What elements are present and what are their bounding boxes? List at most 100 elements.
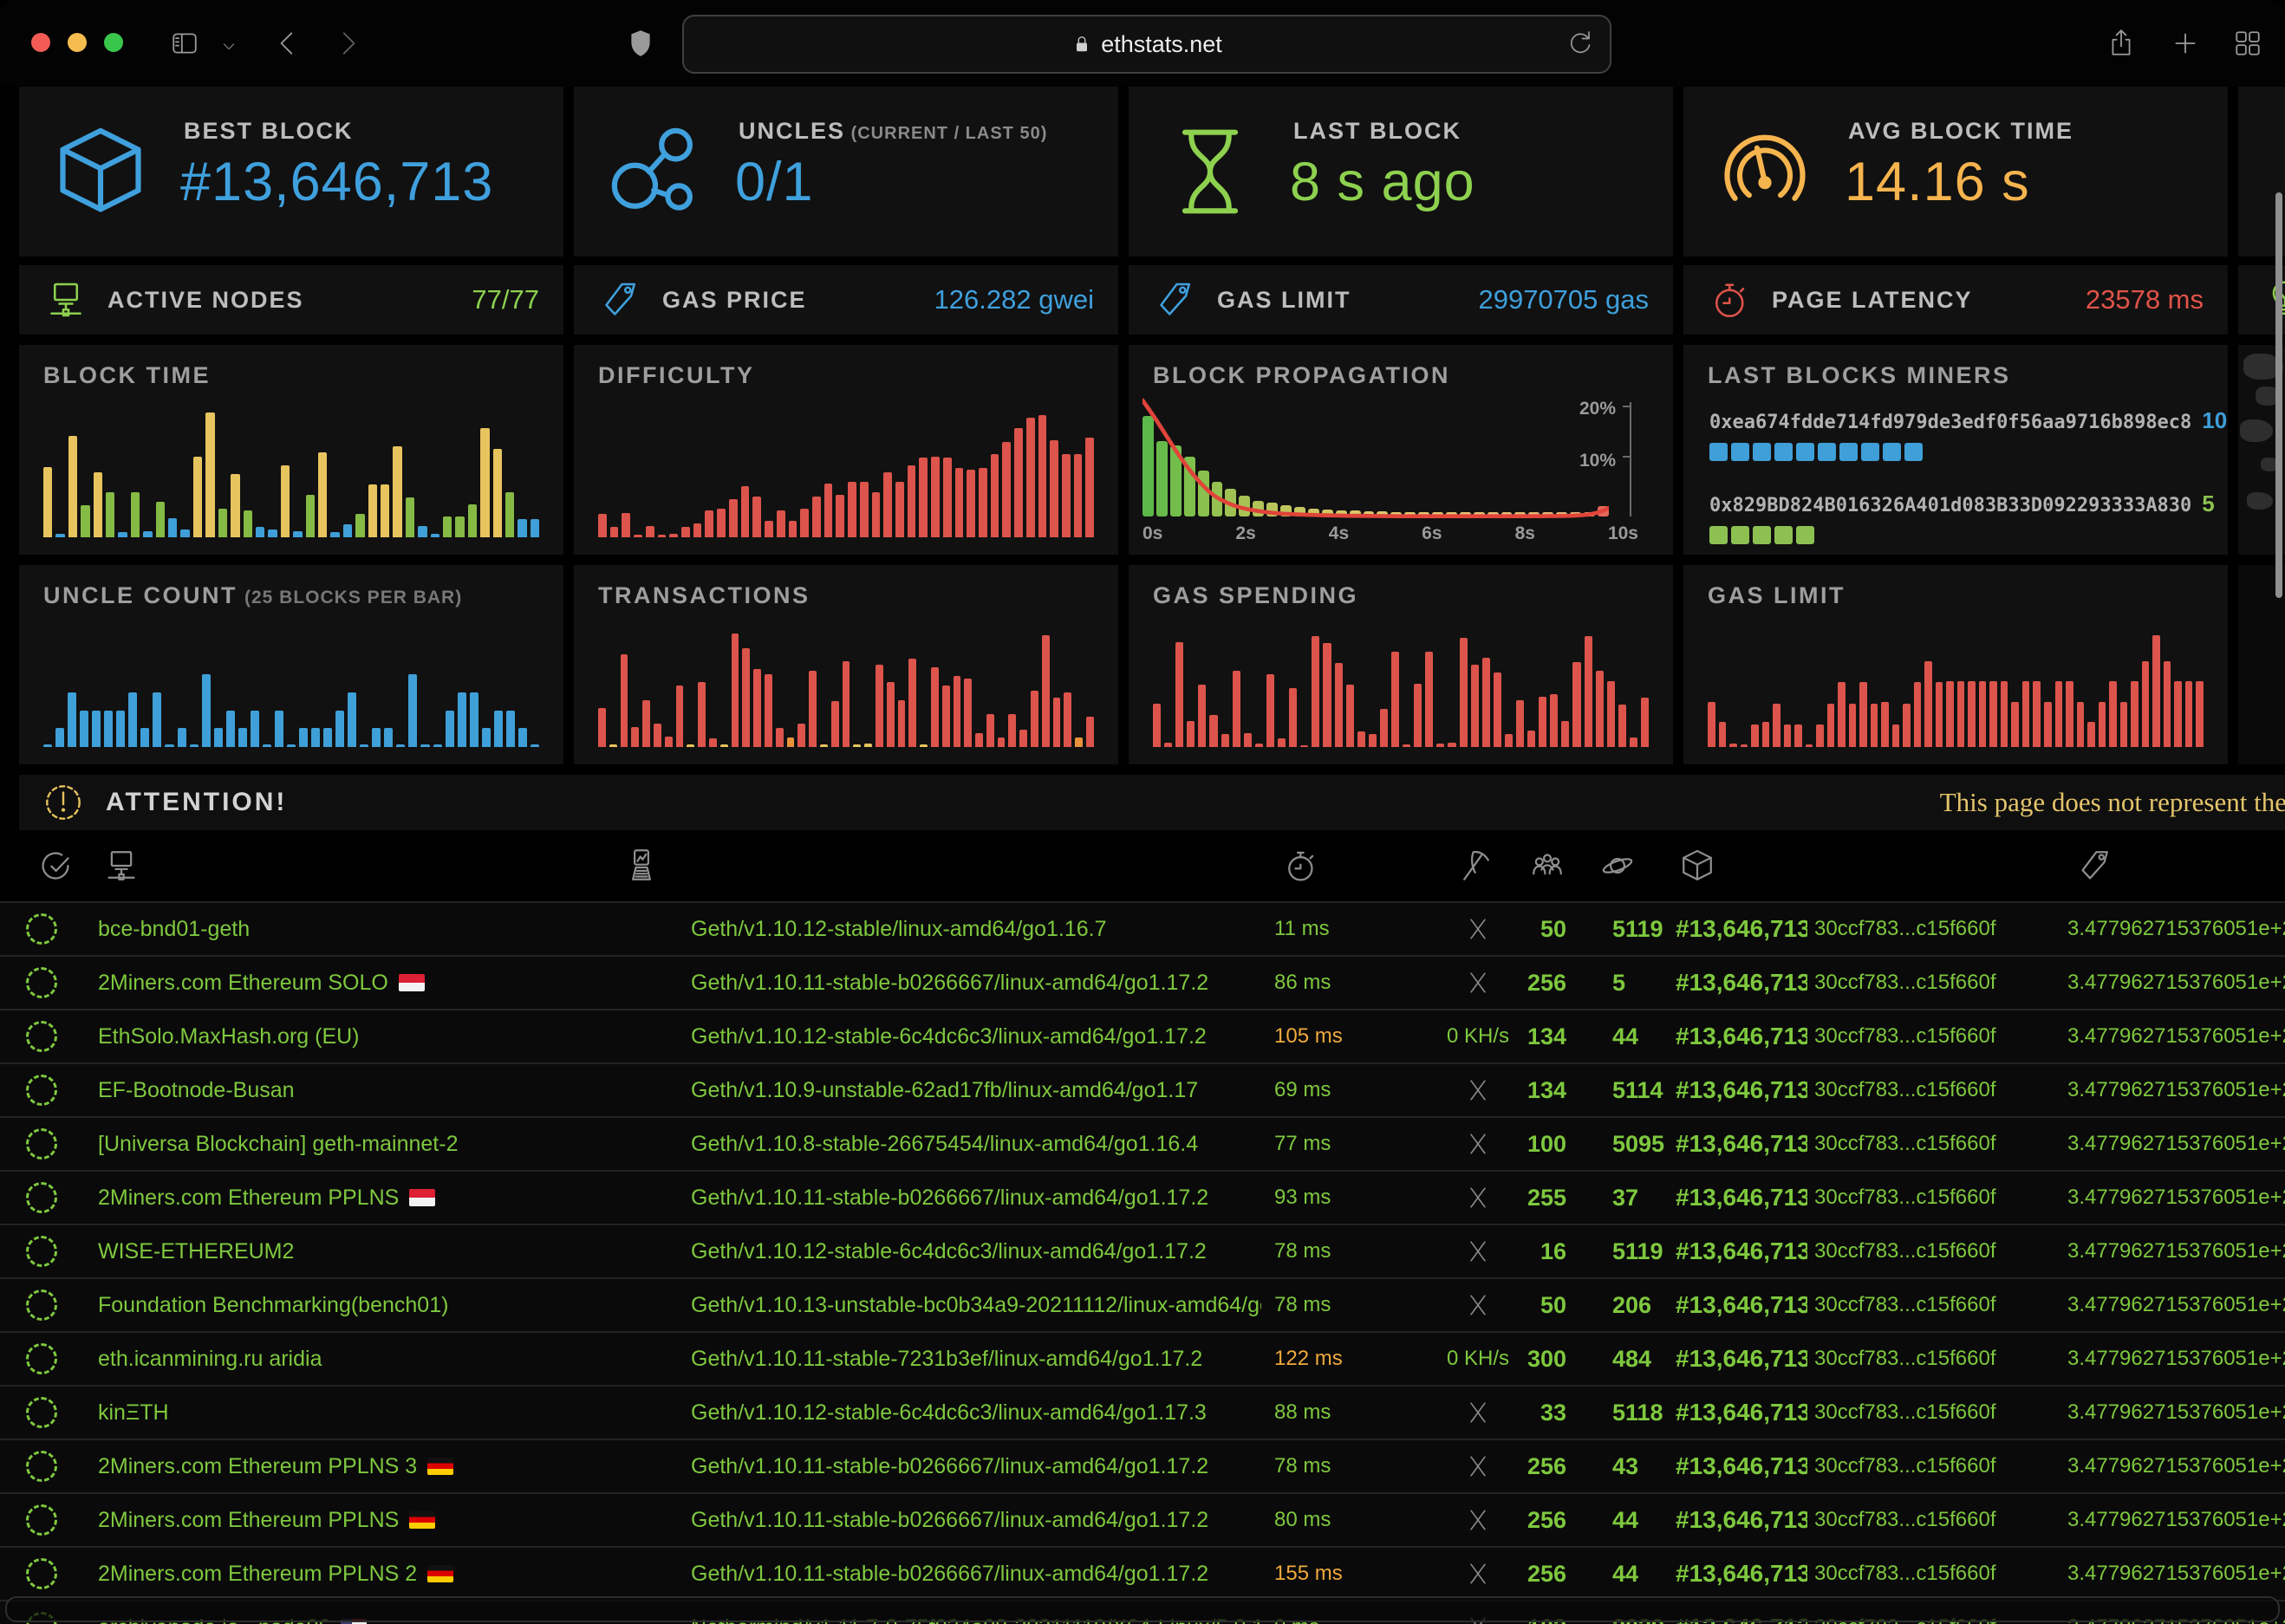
country-flag-icon: [399, 974, 425, 991]
table-row[interactable]: kinΞTHGeth/v1.10.12-stable-6c4dc6c3/linu…: [0, 1385, 2285, 1439]
pending-icon[interactable]: [1599, 848, 1636, 884]
chart-title: BLOCK TIME: [43, 362, 211, 388]
bar: [244, 510, 252, 537]
share-icon[interactable]: [2106, 29, 2136, 58]
node-blockhash-cell: 30ccf783...c15f660f: [1807, 971, 2028, 995]
check-circle-icon[interactable]: [37, 848, 74, 884]
block-icon[interactable]: [1679, 848, 1715, 884]
table-row[interactable]: bce-bnd01-gethGeth/v1.10.12-stable/linux…: [0, 901, 2285, 955]
bar: [494, 711, 503, 747]
bar: [1618, 705, 1626, 747]
chart-title: LAST BLOCKS MINERS: [1708, 362, 2011, 389]
not-mining-icon: [1465, 1077, 1491, 1103]
close-window-button[interactable]: [31, 33, 50, 52]
chevron-down-icon[interactable]: [220, 38, 238, 55]
bar: [178, 728, 186, 747]
latency-icon[interactable]: [1283, 848, 1319, 884]
table-row[interactable]: eth.icanmining.ru aridiaGeth/v1.10.11-st…: [0, 1331, 2285, 1385]
bar: [991, 454, 999, 537]
bar: [43, 744, 52, 747]
forward-icon[interactable]: [333, 29, 362, 58]
sidebar-icon[interactable]: [170, 29, 199, 58]
node-total-difficulty-cell: 3.477962715376051e+22: [2028, 1293, 2285, 1317]
node-block-cell: #13,646,713: [1669, 1399, 1807, 1426]
gas-spending-bars: [1153, 629, 1649, 747]
stat-value: 126.282 gwei: [934, 265, 1094, 335]
client-icon[interactable]: [623, 848, 660, 884]
table-row[interactable]: 2Miners.com Ethereum PPLNS 2Geth/v1.10.1…: [0, 1546, 2285, 1600]
bar: [1244, 733, 1252, 747]
bar: [860, 482, 869, 537]
table-row[interactable]: 2Miners.com Ethereum PPLNS 3Geth/v1.10.1…: [0, 1439, 2285, 1492]
bar: [218, 509, 227, 537]
node-name-cell: EF-Bootnode-Busan: [82, 1078, 602, 1103]
node-client-cell: Geth/v1.10.12-stable-6c4dc6c3/linux-amd6…: [602, 1239, 1261, 1264]
miner-address[interactable]: 0x829BD824B016326A401d083B33D092293333A8…: [1709, 490, 2210, 517]
charts-row-1: BLOCK TIMEDIFFICULTYBLOCK PROPAGATION20%…: [19, 345, 2285, 555]
node-latency-cell: 78 ms: [1261, 1239, 1439, 1263]
node-mining-cell: [1439, 1400, 1517, 1426]
chart-subtitle: (25 BLOCKS PER BAR): [244, 588, 462, 607]
table-row[interactable]: 2Miners.com Ethereum PPLNSGeth/v1.10.11-…: [0, 1170, 2285, 1224]
y-axis: [1630, 402, 1631, 516]
bar: [1784, 724, 1792, 747]
bar: [396, 744, 405, 747]
url-text: ethstats.net: [1101, 31, 1222, 58]
bar: [531, 519, 539, 537]
node-icon[interactable]: [103, 848, 140, 884]
bar: [1221, 734, 1229, 747]
vertical-scrollbar[interactable]: [2275, 192, 2282, 598]
table-row[interactable]: 2Miners.com Ethereum SOLOGeth/v1.10.11-s…: [0, 955, 2285, 1009]
bar: [2001, 681, 2008, 747]
bar: [1550, 694, 1558, 747]
nodes-table-header: [0, 830, 2285, 901]
bar: [268, 529, 277, 537]
table-row[interactable]: 2Miners.com Ethereum PPLNSGeth/v1.10.11-…: [0, 1492, 2285, 1546]
bar: [776, 728, 784, 747]
table-row[interactable]: WISE-ETHEREUM2Geth/v1.10.12-stable-6c4dc…: [0, 1224, 2285, 1277]
table-row[interactable]: Foundation Benchmarking(bench01)Geth/v1.…: [0, 1277, 2285, 1331]
not-mining-icon: [1465, 970, 1491, 996]
tab-overview-icon[interactable]: [2233, 29, 2262, 58]
zoom-window-button[interactable]: [104, 33, 123, 52]
address-bar[interactable]: ethstats.net: [682, 15, 1611, 74]
node-pending-cell: 484: [1573, 1346, 1669, 1373]
privacy-shield-icon[interactable]: [626, 29, 655, 58]
node-blockhash-cell: 30ccf783...c15f660f: [1807, 1508, 2028, 1532]
table-row[interactable]: EF-Bootnode-BusanGeth/v1.10.9-unstable-6…: [0, 1062, 2285, 1116]
table-row[interactable]: [Universa Blockchain] geth-mainnet-2Geth…: [0, 1116, 2285, 1170]
bar: [420, 744, 429, 747]
mining-icon[interactable]: [1456, 848, 1493, 884]
block-time-bars: [43, 409, 539, 537]
new-tab-icon[interactable]: [2171, 29, 2200, 58]
bar: [986, 714, 994, 747]
bar: [1008, 714, 1016, 747]
node-mining-cell: [1439, 1292, 1517, 1318]
not-mining-icon: [1465, 1238, 1491, 1264]
country-flag-icon: [409, 1189, 435, 1206]
node-blockhash-cell: 30ccf783...c15f660f: [1807, 1132, 2028, 1156]
node-latency-cell: 105 ms: [1261, 1024, 1439, 1049]
node-block-cell: #13,646,713: [1669, 1345, 1807, 1373]
lock-icon: [1071, 34, 1092, 55]
bar: [106, 492, 114, 537]
bar: [1719, 722, 1727, 747]
node-name-cell: WISE-ETHEREUM2: [82, 1239, 602, 1264]
attention-label: ATTENTION!: [106, 775, 287, 830]
table-row[interactable]: EthSolo.MaxHash.org (EU)Geth/v1.10.12-st…: [0, 1009, 2285, 1062]
node-total-difficulty-cell: 3.477962715376051e+22: [2028, 1400, 2285, 1425]
minimize-window-button[interactable]: [68, 33, 87, 52]
bar: [765, 521, 773, 537]
horizontal-scrollbar[interactable]: [5, 1596, 2280, 1622]
bar: [1278, 738, 1286, 747]
miner-address[interactable]: 0xea674fdde714fd979de3edf0f56aa9716b898e…: [1709, 407, 2210, 434]
bar: [1002, 442, 1011, 537]
peers-icon[interactable]: [1529, 848, 1566, 884]
back-icon[interactable]: [273, 29, 303, 58]
node-mining-cell: [1439, 916, 1517, 942]
difficulty-icon[interactable]: [2077, 848, 2113, 884]
bar: [205, 412, 214, 537]
refresh-icon[interactable]: [1566, 29, 1594, 56]
node-latency-cell: 11 ms: [1261, 917, 1439, 941]
tag-icon: [1155, 279, 1196, 321]
